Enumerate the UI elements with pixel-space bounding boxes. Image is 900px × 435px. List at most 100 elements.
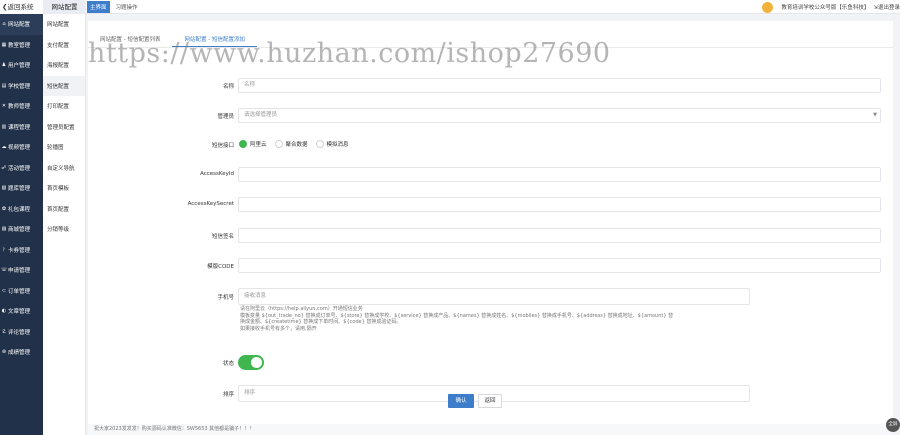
submenu-item-sms[interactable]: 短信配置 bbox=[43, 75, 85, 96]
sidebar-item-site-config[interactable]: ⌂ 网站配置 bbox=[0, 14, 43, 35]
article-icon: ◐ bbox=[1, 308, 7, 315]
help-line: 如果接收手机号有多个，请用,隔开 bbox=[240, 325, 317, 332]
sidebar-item-mall[interactable]: ▨ 商城管理 bbox=[0, 219, 43, 240]
chevron-down-icon: ▼ bbox=[873, 112, 877, 118]
sms-api-radio-group: 阿里云 聚合数据 模拟消息 bbox=[239, 140, 349, 148]
tab-sms-add[interactable]: 网站配置 - 短信配置添加 bbox=[172, 33, 257, 47]
sms-api-label: 短信接口 bbox=[211, 143, 234, 149]
activity-icon: ☍ bbox=[1, 164, 7, 171]
school-icon: ▤ bbox=[1, 82, 7, 89]
footer-notice: 祝大家2023发发发！购买源码认准微信：SW5653 其他都是骗子！！！ bbox=[88, 424, 893, 435]
tab-divider bbox=[88, 47, 893, 48]
sidebar: ⌂ 网站配置 ▦ 教室管理 ♟ 用户管理 ▤ 学校管理 ✕ 教师管理 ▥ 课程管理 ☁ 视频管… bbox=[0, 14, 43, 435]
top-tabs: 主界面 习题操作 bbox=[87, 0, 141, 14]
sidebar-item-label: 成绩管理 bbox=[8, 350, 31, 357]
sidebar-item-coupon[interactable]: ᚹ 卡券管理 bbox=[0, 240, 43, 261]
sidebar-item-label: 文章管理 bbox=[8, 309, 31, 316]
submenu-item-home-config[interactable]: 首页配置 bbox=[43, 199, 85, 220]
school-logo-icon bbox=[762, 1, 774, 13]
back-button[interactable]: 返回 bbox=[478, 394, 502, 408]
video-icon: ☁ bbox=[1, 144, 7, 151]
sign-label: 短信签名 bbox=[211, 234, 234, 240]
sidebar-item-teacher[interactable]: ✕ 教师管理 bbox=[0, 96, 43, 117]
sidebar-item-course[interactable]: ▥ 课程管理 bbox=[0, 117, 43, 138]
sidebar-item-question-bank[interactable]: ▧ 题库管理 bbox=[0, 178, 43, 199]
confirm-button[interactable]: 确认 bbox=[448, 394, 474, 408]
radio-mock[interactable]: 模拟消息 bbox=[315, 140, 349, 148]
sidebar-item-label: 活动管理 bbox=[8, 165, 31, 172]
sort-label: 排序 bbox=[222, 392, 234, 398]
top-right-area: 教育培训学校公众号版【乐鱼科技】 ⇲退出登录 bbox=[762, 0, 900, 14]
gift-icon: ✿ bbox=[1, 205, 7, 212]
sidebar-item-comments[interactable]: ☡ 评论管理 bbox=[0, 322, 43, 343]
sidebar-item-users[interactable]: ♟ 用户管理 bbox=[0, 55, 43, 76]
tools-icon: ✕ bbox=[1, 103, 7, 110]
admin-label: 管理员 bbox=[217, 114, 234, 120]
submenu-item-distribution[interactable]: 分销等级 bbox=[43, 219, 85, 240]
sidebar-item-scores[interactable]: ⊛ 成绩管理 bbox=[0, 342, 43, 363]
access-key-secret-label: AccessKeySecret bbox=[187, 201, 234, 207]
sidebar-item-classroom[interactable]: ▦ 教室管理 bbox=[0, 35, 43, 56]
access-key-id-label: AccessKeyId bbox=[200, 171, 234, 177]
access-key-id-input[interactable] bbox=[238, 167, 881, 182]
submenu-item-home-template[interactable]: 首页模板 bbox=[43, 178, 85, 199]
phone-label: 手机号 bbox=[217, 295, 234, 301]
sidebar-item-label: 视频管理 bbox=[8, 145, 31, 152]
comment-icon: ☡ bbox=[1, 328, 7, 335]
submenu-item-carousel[interactable]: 轮播图 bbox=[43, 137, 85, 158]
radio-aliyun[interactable]: 阿里云 bbox=[239, 140, 267, 148]
sidebar-item-label: 教室管理 bbox=[8, 42, 31, 49]
sidebar-item-label: 网站配置 bbox=[8, 22, 31, 29]
radio-juhe[interactable]: 聚合数据 bbox=[274, 140, 308, 148]
sidebar-item-label: 商城管理 bbox=[8, 227, 31, 234]
submenu-item-site-config[interactable]: 网站配置 bbox=[43, 14, 85, 35]
school-name[interactable]: 教育培训学校公众号版【乐鱼科技】 bbox=[781, 3, 869, 11]
score-icon: ⊛ bbox=[1, 349, 7, 356]
status-label: 状态 bbox=[222, 361, 234, 367]
tab-exercise[interactable]: 习题操作 bbox=[113, 1, 141, 13]
sidebar-item-label: 卡券管理 bbox=[8, 247, 31, 254]
sidebar-item-articles[interactable]: ◐ 文章管理 bbox=[0, 301, 43, 322]
main-card: 网站配置 - 短信配置列表 网站配置 - 短信配置添加 名称 名称 管理员 请选… bbox=[88, 21, 893, 435]
sidebar-item-application[interactable]: ☏ 申请管理 bbox=[0, 260, 43, 281]
book-icon: ▥ bbox=[1, 123, 7, 130]
tab-main[interactable]: 主界面 bbox=[87, 1, 110, 13]
radio-checked-icon bbox=[239, 140, 247, 148]
admin-select[interactable]: 请选择管理员 ▼ bbox=[238, 108, 881, 123]
status-toggle[interactable] bbox=[238, 355, 264, 370]
top-bar: ❮返回系统 网站配置 主界面 习题操作 教育培训学校公众号版【乐鱼科技】 ⇲退出… bbox=[0, 0, 900, 14]
sidebar-item-label: 学校管理 bbox=[8, 83, 31, 90]
logout-button[interactable]: ⇲退出登录 bbox=[873, 3, 900, 11]
sign-input[interactable] bbox=[238, 228, 881, 243]
sidebar-item-label: 礼包课程 bbox=[8, 206, 31, 213]
coupon-icon: ᚹ bbox=[2, 246, 6, 253]
radio-unchecked-icon bbox=[274, 140, 283, 148]
help-text: 请在阿里云（https://help.aliyun.com）开通短信业务 模板变… bbox=[240, 306, 760, 332]
template-code-input[interactable] bbox=[238, 258, 881, 273]
fullscreen-button[interactable]: 全屏 bbox=[886, 418, 900, 432]
sidebar-item-gift-course[interactable]: ✿ 礼包课程 bbox=[0, 199, 43, 220]
sidebar-item-label: 题库管理 bbox=[8, 186, 31, 193]
radio-unchecked-icon bbox=[315, 140, 324, 148]
sidebar-item-label: 订单管理 bbox=[8, 288, 31, 295]
submenu-item-poster[interactable]: 海报配置 bbox=[43, 55, 85, 76]
sidebar-item-label: 教师管理 bbox=[8, 104, 31, 111]
sidebar-item-video[interactable]: ☁ 视频管理 bbox=[0, 137, 43, 158]
access-key-secret-input[interactable] bbox=[238, 197, 881, 212]
phone-icon: ☏ bbox=[1, 267, 8, 274]
submenu-item-payment[interactable]: 支付配置 bbox=[43, 35, 85, 56]
submenu-item-custom-nav[interactable]: 自定义导航 bbox=[43, 158, 85, 179]
tab-sms-list[interactable]: 网站配置 - 短信配置列表 bbox=[88, 33, 172, 47]
bank-icon: ▧ bbox=[1, 185, 7, 192]
submenu-item-print[interactable]: 打印配置 bbox=[43, 96, 85, 117]
sidebar-item-school[interactable]: ▤ 学校管理 bbox=[0, 76, 43, 97]
sidebar-item-activity[interactable]: ☍ 活动管理 bbox=[0, 158, 43, 179]
sidebar-item-orders[interactable]: ⊂ 订单管理 bbox=[0, 281, 43, 302]
admin-select-value: 请选择管理员 bbox=[244, 112, 278, 118]
back-to-system-button[interactable]: ❮返回系统 bbox=[0, 0, 43, 14]
radio-label: 聚合数据 bbox=[285, 142, 308, 148]
sidebar-item-label: 用户管理 bbox=[8, 63, 31, 70]
name-input[interactable]: 名称 bbox=[238, 78, 881, 93]
phone-input[interactable]: 接收消息 bbox=[238, 288, 750, 305]
submenu-item-admin[interactable]: 管理员配置 bbox=[43, 117, 85, 138]
